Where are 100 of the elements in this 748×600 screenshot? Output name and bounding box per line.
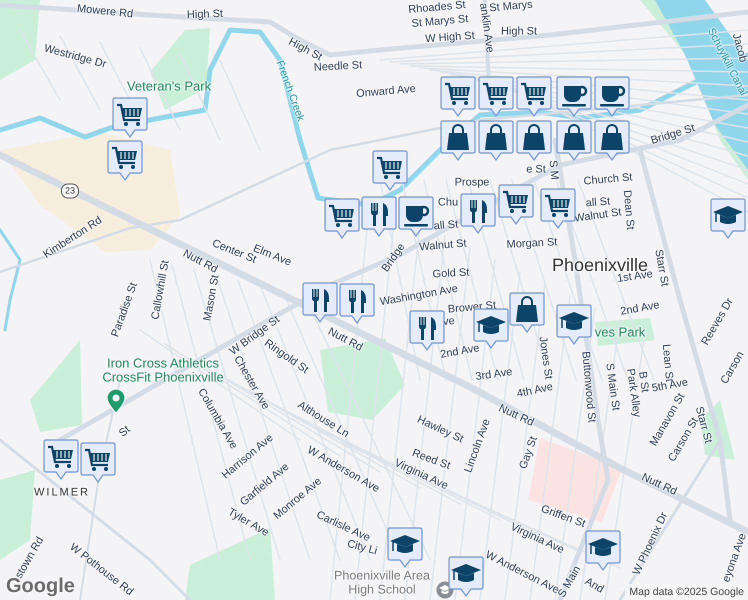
street-label: Nutt Rd bbox=[496, 403, 536, 429]
shopping-cart-marker[interactable] bbox=[80, 442, 116, 484]
fork-knife-icon bbox=[419, 317, 436, 340]
cart-icon bbox=[48, 446, 73, 468]
street-label: Onward Ave bbox=[356, 84, 416, 100]
shopping-cart-marker[interactable] bbox=[440, 76, 476, 118]
place-label: Iron Cross Athletics CrossFit Phoenixville bbox=[101, 356, 225, 386]
street-label: 3rd Ave bbox=[474, 366, 514, 384]
shopping-bag-marker[interactable] bbox=[440, 120, 476, 162]
street-label: W High St bbox=[424, 30, 476, 46]
shopping-bag-marker[interactable] bbox=[594, 120, 630, 162]
street-label: all St bbox=[585, 196, 611, 210]
coffee-cup-icon bbox=[404, 206, 430, 226]
cart-icon bbox=[445, 82, 470, 105]
street-label: Gold St bbox=[432, 268, 470, 280]
fork-knife-icon bbox=[312, 289, 329, 312]
street-label: Starr St bbox=[652, 248, 670, 288]
shopping-cart-marker[interactable] bbox=[540, 188, 576, 230]
bag-icon bbox=[523, 124, 545, 150]
cart-icon bbox=[377, 156, 402, 179]
shopping-bag-marker[interactable] bbox=[478, 120, 514, 162]
school-marker[interactable] bbox=[448, 556, 484, 598]
restaurant-marker[interactable] bbox=[302, 282, 338, 324]
street-label: Dean St bbox=[620, 190, 636, 230]
street-label: Jones St bbox=[536, 336, 554, 380]
street-label: Nutt Rd bbox=[180, 248, 220, 276]
cart-icon bbox=[545, 194, 570, 217]
school-marker[interactable] bbox=[556, 304, 592, 346]
graduation-cap-icon bbox=[559, 312, 589, 330]
park-area bbox=[595, 318, 655, 346]
shopping-cart-marker[interactable] bbox=[372, 150, 408, 192]
street-label: Nutt Rd bbox=[326, 326, 364, 354]
fork-knife-icon bbox=[349, 290, 366, 313]
shopping-cart-marker[interactable] bbox=[324, 198, 360, 240]
restaurant-marker[interactable] bbox=[339, 283, 375, 325]
cart-icon bbox=[483, 82, 508, 105]
school-marker[interactable] bbox=[710, 198, 746, 240]
street-label: High St bbox=[186, 8, 224, 22]
graduation-cap-icon bbox=[390, 535, 420, 553]
street-label: eyona Ave bbox=[721, 532, 748, 584]
street-label: Griffen St bbox=[539, 504, 587, 530]
street-label: 4th Ave bbox=[516, 382, 554, 400]
fork-knife-icon bbox=[470, 200, 487, 223]
graduation-cap-icon bbox=[451, 564, 481, 582]
shopping-bag-marker[interactable] bbox=[556, 120, 592, 162]
cart-icon bbox=[117, 104, 142, 126]
shopping-bag-marker[interactable] bbox=[509, 292, 545, 334]
street-label: Lean St bbox=[660, 344, 674, 382]
street-label: 2nd Ave bbox=[620, 300, 660, 318]
street-label: Buttonwood St bbox=[579, 350, 597, 424]
street-label: B St bbox=[636, 370, 650, 394]
street-label: all St bbox=[433, 219, 459, 233]
street-label: Church St bbox=[583, 172, 633, 188]
street-label: e St bbox=[526, 164, 546, 176]
cart-icon bbox=[503, 190, 528, 213]
street-label: Prospe bbox=[454, 178, 490, 188]
coffee-cup-icon bbox=[562, 86, 588, 106]
bag-icon bbox=[563, 124, 585, 150]
street-label: Callowhill St bbox=[150, 260, 172, 320]
bag-icon bbox=[601, 124, 623, 150]
park-label: ves Park bbox=[594, 326, 646, 338]
street-label: S M bbox=[546, 160, 560, 180]
street-label: Mowere Rd bbox=[76, 4, 134, 20]
cart-icon bbox=[85, 448, 110, 471]
school-marker[interactable] bbox=[387, 527, 423, 569]
bag-icon bbox=[447, 124, 469, 150]
graduation-cap-icon bbox=[476, 316, 506, 334]
street-label: St Marys St bbox=[411, 14, 469, 30]
shopping-cart-marker[interactable] bbox=[498, 184, 534, 226]
shopping-bag-marker[interactable] bbox=[516, 120, 552, 162]
district-label: WILMER bbox=[34, 488, 90, 498]
fork-knife-icon bbox=[371, 203, 388, 226]
street-label: St Marys bbox=[488, 0, 534, 14]
shopping-cart-marker[interactable] bbox=[478, 76, 514, 118]
street-label: Morgan St bbox=[506, 237, 558, 251]
street-label: Bridge St bbox=[650, 123, 696, 147]
restaurant-marker[interactable] bbox=[460, 193, 496, 235]
street-label: Tyler Ave bbox=[226, 506, 270, 540]
location-pin-icon[interactable] bbox=[106, 388, 126, 414]
shopping-cart-marker[interactable] bbox=[43, 439, 79, 481]
graduation-cap-icon bbox=[588, 538, 618, 556]
street-label: High St bbox=[500, 26, 538, 38]
school-marker[interactable] bbox=[585, 530, 621, 572]
street-label: Walnut St bbox=[418, 238, 468, 254]
cafe-marker[interactable] bbox=[398, 196, 434, 238]
street-label: Gay St bbox=[518, 435, 540, 471]
street-label: St bbox=[117, 424, 133, 440]
cart-icon bbox=[112, 146, 137, 169]
street-label: Walnut St bbox=[574, 207, 622, 225]
street-label: And bbox=[582, 576, 606, 596]
street-label: Chu bbox=[438, 198, 458, 208]
restaurant-marker[interactable] bbox=[361, 196, 397, 238]
street-label: Mason St bbox=[202, 274, 222, 322]
shopping-cart-marker[interactable] bbox=[112, 97, 148, 139]
bag-icon bbox=[516, 296, 538, 322]
cart-icon bbox=[329, 204, 354, 227]
park-label: Veteran's Park bbox=[126, 80, 212, 92]
street-label: 2nd Ave bbox=[440, 343, 480, 361]
cart-icon bbox=[521, 82, 546, 105]
street-label: Rhoades St bbox=[408, 0, 466, 16]
